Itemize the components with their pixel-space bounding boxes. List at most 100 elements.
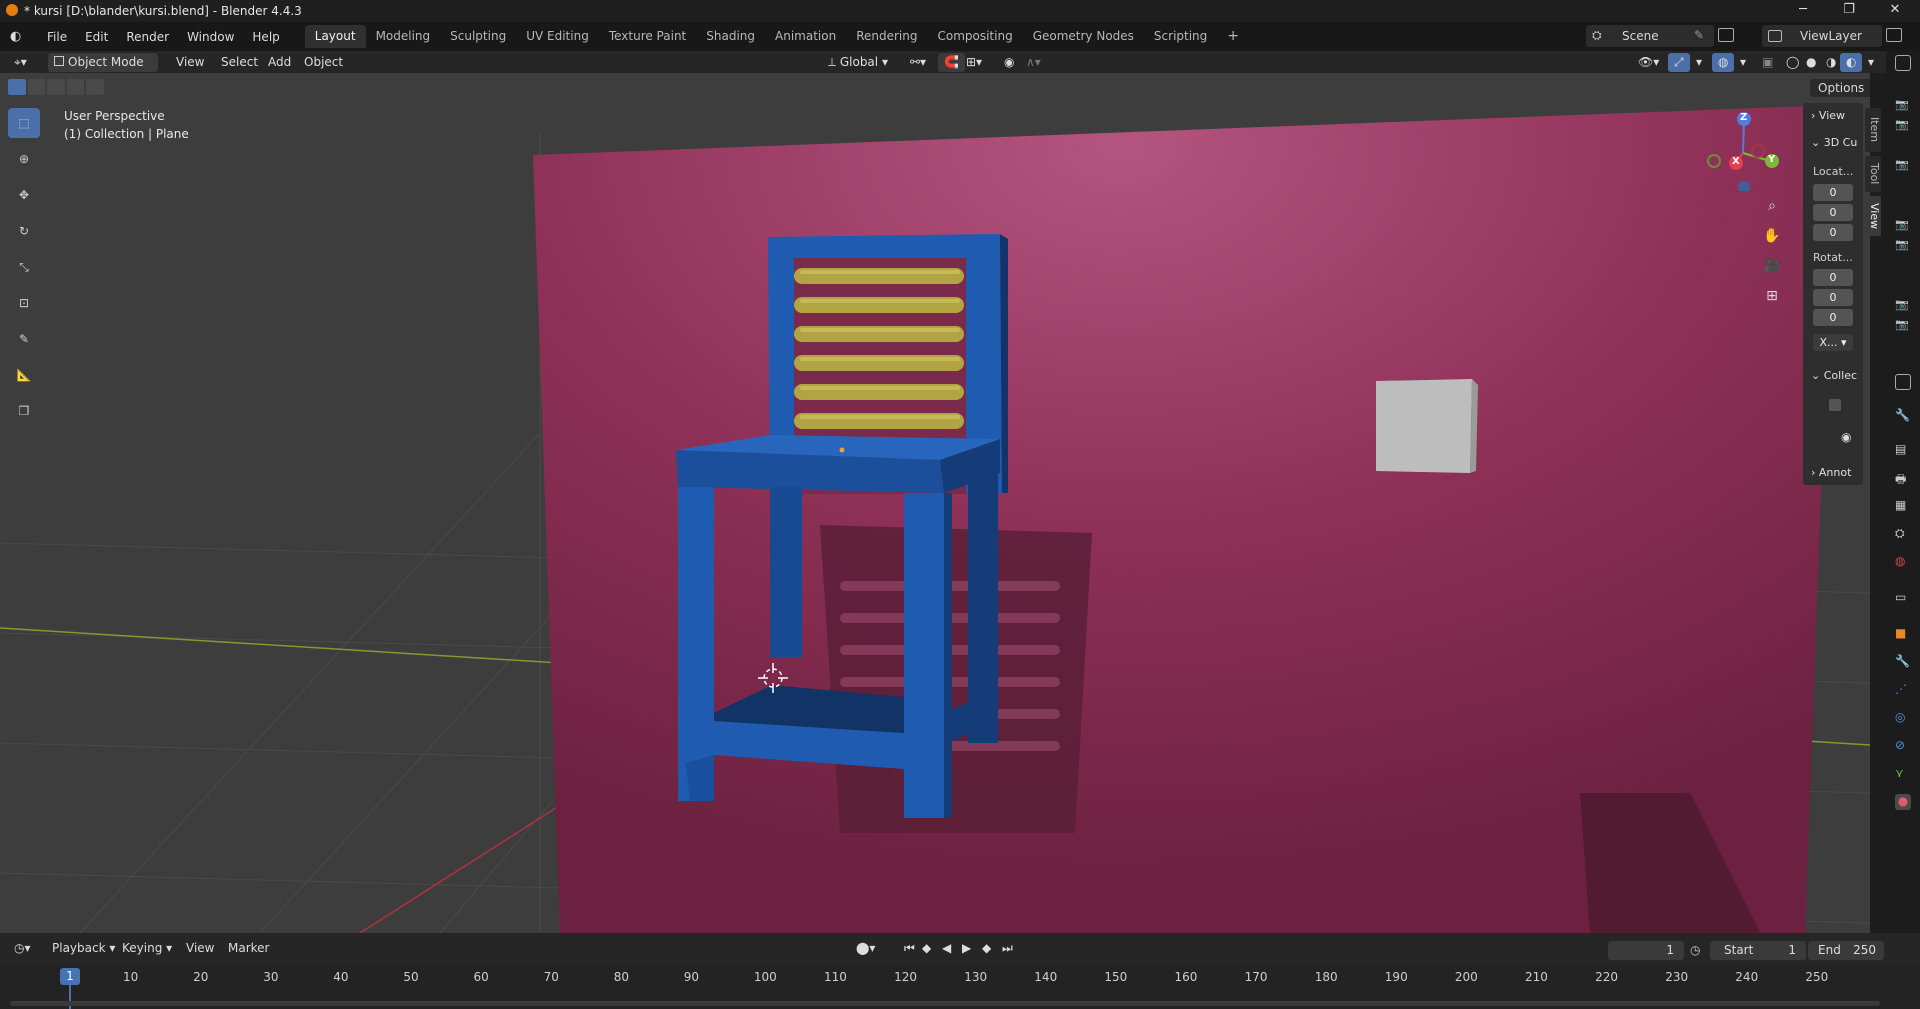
panel-annotations-header[interactable]: › Annot <box>1811 466 1851 479</box>
mode-dropdown[interactable]: Object Mode ▾ <box>48 53 158 88</box>
play-reverse-icon[interactable]: ◀ <box>936 939 957 958</box>
rotate-tool-icon[interactable]: ↻ <box>8 216 40 246</box>
menu-view-timeline[interactable]: View <box>180 939 220 958</box>
new-view-layer-icon[interactable] <box>1886 28 1902 42</box>
zoom-icon[interactable]: ⌕ <box>1759 193 1785 219</box>
object-properties-icon[interactable]: ■ <box>1895 626 1911 642</box>
tab-compositing[interactable]: Compositing <box>927 25 1022 48</box>
blender-menu-icon[interactable]: ◐ <box>10 28 30 46</box>
menu-help[interactable]: Help <box>243 26 288 48</box>
current-frame-field[interactable]: 1 <box>1608 941 1684 960</box>
select-extend-icon[interactable] <box>27 79 46 95</box>
orientation-dropdown[interactable]: ⟂ Global ▾ <box>822 53 898 72</box>
menu-window[interactable]: Window <box>178 26 243 48</box>
tab-geometry-nodes[interactable]: Geometry Nodes <box>1023 25 1144 48</box>
properties-editor-icon[interactable] <box>1895 374 1911 390</box>
particles-properties-icon[interactable]: ⋰ <box>1895 682 1911 698</box>
scene-properties-icon[interactable]: ⛭ <box>1895 526 1911 542</box>
tab-animation[interactable]: Animation <box>765 25 846 48</box>
rotation-y-field[interactable]: 0 <box>1813 289 1853 306</box>
gizmo-toggle-icon[interactable]: ⤢ <box>1668 53 1690 72</box>
collection-properties-icon[interactable]: ▭ <box>1895 590 1911 606</box>
view-layer-properties-icon[interactable]: ▦ <box>1895 498 1911 514</box>
prev-keyframe-icon[interactable]: ◆ <box>916 939 937 958</box>
material-properties-icon[interactable]: ● <box>1895 794 1911 810</box>
start-frame-field[interactable]: Start 1 <box>1710 941 1806 960</box>
minimize-icon[interactable]: ─ <box>1780 0 1826 22</box>
location-x-field[interactable]: 0 <box>1813 184 1853 201</box>
pivot-icon[interactable]: ⚯▾ <box>904 53 932 72</box>
tab-modeling[interactable]: Modeling <box>366 25 441 48</box>
camera-view-icon[interactable]: 🎥 <box>1759 253 1785 279</box>
tab-uv-editing[interactable]: UV Editing <box>516 25 599 48</box>
pan-hand-icon[interactable]: ✋ <box>1759 223 1785 249</box>
output-properties-icon[interactable]: 🖶 <box>1895 470 1911 486</box>
timeline-ruler[interactable]: 1 10 20 30 40 50 60 70 80 90 100 110 120 130 140 150 16… <box>0 965 1920 1009</box>
falloff-icon[interactable]: ∧▾ <box>1020 53 1047 72</box>
timeline-scrollbar[interactable] <box>10 1001 1880 1006</box>
menu-object[interactable]: Object <box>298 53 349 72</box>
next-keyframe-icon[interactable]: ◆ <box>976 939 997 958</box>
render-visibility-icon[interactable]: 📷 <box>1895 98 1911 114</box>
timer-icon[interactable]: ◷ <box>1690 943 1700 957</box>
menu-view[interactable]: View <box>170 53 210 72</box>
cursor-tool-icon[interactable]: ⊕ <box>8 144 40 174</box>
physics-properties-icon[interactable]: ◎ <box>1895 710 1911 726</box>
render-visibility-icon[interactable]: 📷 <box>1895 158 1911 174</box>
eye-icon[interactable]: ◉ <box>1841 430 1851 444</box>
add-workspace-button[interactable]: + <box>1217 25 1249 48</box>
menu-select[interactable]: Select <box>215 53 264 72</box>
overlay-dropdown-icon[interactable]: ▾ <box>1734 53 1752 72</box>
location-y-field[interactable]: 0 <box>1813 204 1853 221</box>
panel-view-header[interactable]: › View <box>1811 109 1845 122</box>
constraints-properties-icon[interactable]: ⊘ <box>1895 738 1911 754</box>
measure-tool-icon[interactable]: 📐 <box>8 360 40 390</box>
visibility-icon[interactable]: 👁▾ <box>1632 53 1665 72</box>
panel-3d-cursor-header[interactable]: ⌄ 3D Cu <box>1811 136 1857 149</box>
tab-tool[interactable]: Tool <box>1865 156 1881 192</box>
rotation-z-field[interactable]: 0 <box>1813 309 1853 326</box>
menu-playback[interactable]: Playback ▾ <box>46 939 121 958</box>
render-visibility-icon[interactable]: 📷 <box>1895 218 1911 234</box>
world-properties-icon[interactable]: ◍ <box>1895 554 1911 570</box>
tool-properties-icon[interactable]: 🔧 <box>1895 408 1911 424</box>
scale-tool-icon[interactable]: ⤡ <box>8 252 40 282</box>
select-box-tool-icon[interactable]: ⬚ <box>8 108 40 138</box>
outliner-toggle-icon[interactable] <box>1895 55 1911 71</box>
pin-icon[interactable]: ✎ <box>1694 28 1704 42</box>
menu-render[interactable]: Render <box>117 26 178 48</box>
location-z-field[interactable]: 0 <box>1813 224 1853 241</box>
move-tool-icon[interactable]: ✥ <box>8 180 40 210</box>
panel-collection-header[interactable]: ⌄ Collec <box>1811 369 1857 382</box>
tab-item[interactable]: Item <box>1865 108 1881 152</box>
gizmo-dropdown-icon[interactable]: ▾ <box>1690 53 1708 72</box>
rotation-mode-dropdown[interactable]: X... ▾ <box>1813 334 1853 351</box>
collection-checkbox[interactable] <box>1829 399 1841 411</box>
data-properties-icon[interactable]: ⋎ <box>1895 766 1911 782</box>
editor-type-icon[interactable]: ⌖▾ <box>8 53 40 72</box>
select-subtract-icon[interactable] <box>47 79 65 95</box>
snap-target-icon[interactable]: ⊞▾ <box>960 53 988 72</box>
render-visibility-icon[interactable]: 📷 <box>1895 238 1911 254</box>
select-new-icon[interactable] <box>8 79 26 95</box>
navigation-gizmo[interactable]: Z Y X <box>1700 111 1790 193</box>
shading-dropdown-icon[interactable]: ▾ <box>1862 53 1880 72</box>
render-visibility-icon[interactable]: 📷 <box>1895 298 1911 314</box>
rendered-shading-icon[interactable]: ◐ <box>1840 53 1863 72</box>
annotate-tool-icon[interactable]: ✎ <box>8 324 40 354</box>
select-intersect-icon[interactable] <box>86 79 104 95</box>
close-icon[interactable]: ✕ <box>1872 0 1918 22</box>
menu-keying[interactable]: Keying ▾ <box>116 939 178 958</box>
tab-sculpting[interactable]: Sculpting <box>440 25 516 48</box>
transform-tool-icon[interactable]: ⊡ <box>8 288 40 318</box>
overlay-toggle-icon[interactable]: ◍ <box>1712 53 1735 72</box>
menu-file[interactable]: File <box>38 26 76 48</box>
ortho-toggle-icon[interactable]: ⊞ <box>1759 283 1785 309</box>
tab-shading[interactable]: Shading <box>696 25 765 48</box>
rotation-x-field[interactable]: 0 <box>1813 269 1853 286</box>
tab-view[interactable]: View <box>1865 196 1881 236</box>
xray-icon[interactable]: ▣ <box>1756 53 1779 72</box>
proportional-edit-icon[interactable]: ◉ <box>998 53 1020 72</box>
auto-keying-icon[interactable]: ⬤▾ <box>850 939 881 958</box>
render-visibility-icon[interactable]: 📷 <box>1895 318 1911 334</box>
